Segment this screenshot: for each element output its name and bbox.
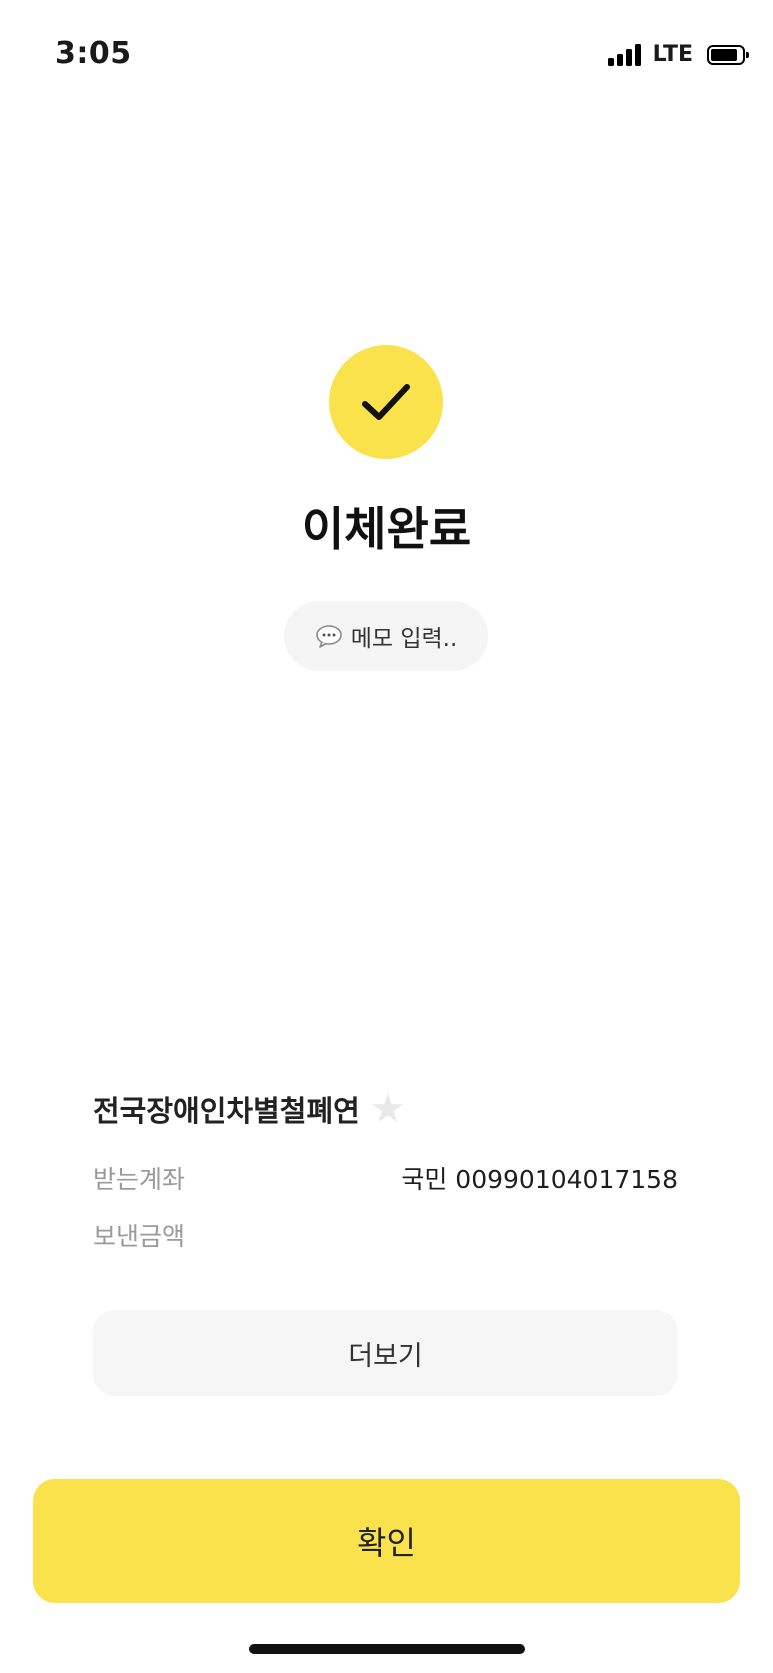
confirm-button[interactable]: 확인 <box>33 1479 740 1603</box>
home-indicator[interactable] <box>249 1644 525 1654</box>
recipient-header: 전국장애인차별철폐연 ★ <box>93 1088 406 1130</box>
network-type: LTE <box>652 42 693 67</box>
memo-input-label: 메모 입력.. <box>350 626 458 652</box>
page-title: 이체완료 <box>301 502 472 556</box>
battery-icon <box>707 44 749 65</box>
account-value: 국민 00990104017158 <box>401 1165 678 1194</box>
status-bar: 3:05 LTE <box>0 0 773 110</box>
star-icon[interactable]: ★ <box>370 1089 406 1129</box>
recipient-name: 전국장애인차별철폐연 <box>93 1094 360 1128</box>
status-indicators: LTE <box>607 42 749 67</box>
account-label: 받는계좌 <box>93 1165 186 1194</box>
status-time: 3:05 <box>55 36 132 71</box>
speech-bubble-icon <box>315 625 342 648</box>
account-row: 받는계좌 국민 00990104017158 <box>93 1160 678 1196</box>
amount-row: 보낸금액 <box>93 1217 678 1253</box>
checkmark-icon <box>362 384 410 420</box>
success-badge <box>329 345 443 459</box>
more-button[interactable]: 더보기 <box>93 1310 678 1396</box>
amount-label: 보낸금액 <box>93 1222 186 1251</box>
cellular-signal-icon <box>607 43 641 66</box>
memo-input-button[interactable]: 메모 입력.. <box>284 601 488 671</box>
